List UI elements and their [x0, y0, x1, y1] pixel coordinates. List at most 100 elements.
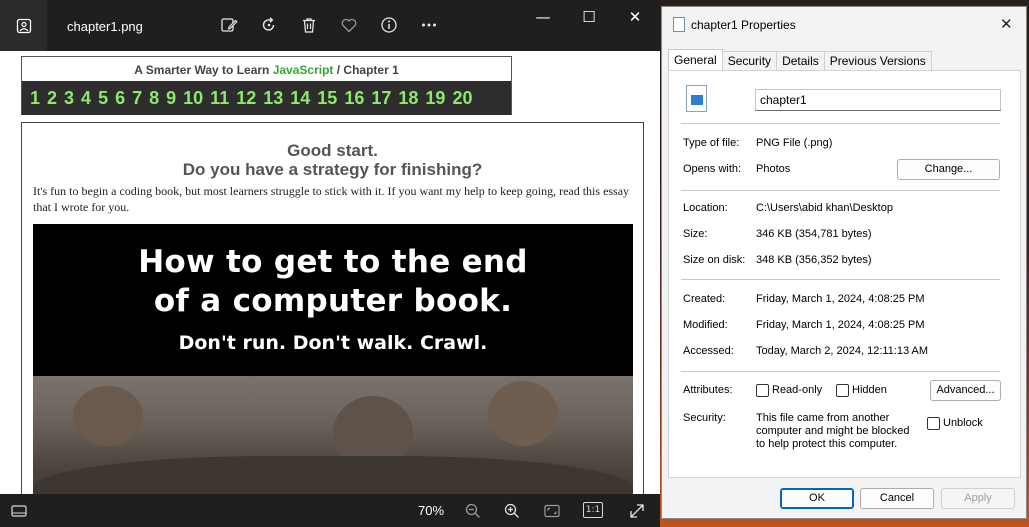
ok-button[interactable]: OK	[780, 488, 854, 509]
essay-text: It's fun to begin a coding book, but mos…	[33, 184, 630, 214]
essay-poster: How to get to the end of a computer book…	[33, 224, 633, 494]
chapter-link: 8	[149, 87, 160, 108]
book-header-chapter: / Chapter 1	[333, 63, 399, 77]
chapter-link: 15	[317, 87, 338, 108]
opens-with-value: Photos	[756, 163, 791, 175]
accessed-value: Today, March 2, 2024, 12:11:13 AM	[756, 345, 929, 357]
hidden-label: Hidden	[852, 384, 887, 396]
tab-general[interactable]: General	[668, 49, 723, 71]
size-label: Size:	[683, 228, 708, 240]
favorite-icon[interactable]	[337, 13, 361, 37]
cancel-button[interactable]: Cancel	[860, 488, 934, 509]
delete-icon[interactable]	[297, 13, 321, 37]
filmstrip-icon[interactable]	[10, 502, 28, 520]
opens-with-label: Opens with:	[683, 163, 742, 175]
accessed-label: Accessed:	[683, 345, 734, 357]
size-value: 346 KB (354,781 bytes)	[756, 228, 872, 240]
advanced-button[interactable]: Advanced...	[930, 380, 1001, 401]
change-button[interactable]: Change...	[897, 159, 1000, 180]
book-header: A Smarter Way to Learn JavaScript / Chap…	[21, 56, 512, 115]
chapter-link: 10	[183, 87, 204, 108]
location-value: C:\Users\abid khan\Desktop	[756, 202, 893, 214]
book-header-title: A Smarter Way to Learn JavaScript / Chap…	[22, 63, 511, 77]
chapter-link: 18	[398, 87, 419, 108]
poster-tagline: Don't run. Don't walk. Crawl.	[178, 332, 488, 354]
edit-image-icon[interactable]	[217, 13, 241, 37]
essay-box: Good start. Do you have a strategy for f…	[21, 122, 644, 494]
book-header-language: JavaScript	[272, 63, 334, 77]
poster-headline-2: of a computer book.	[153, 283, 513, 319]
more-icon[interactable]	[417, 13, 441, 37]
chapter-number-strip: 1 2 3 4 5 6 7 8 9 10 11 12 13 14 15 16 17 18 19 20	[22, 81, 511, 115]
attributes-label: Attributes:	[683, 384, 733, 396]
photo-person-left	[73, 386, 143, 446]
photo-mud-ground	[33, 456, 633, 494]
readonly-label: Read-only	[772, 384, 823, 396]
fit-icon[interactable]	[543, 502, 561, 520]
chapter-link: 7	[132, 87, 143, 108]
chapter-link: 3	[64, 87, 75, 108]
separator	[681, 123, 1000, 124]
rotate-icon[interactable]	[257, 13, 281, 37]
readonly-checkbox[interactable]	[756, 384, 769, 397]
zoom-level: 70%	[418, 503, 445, 518]
chapter-link: 13	[263, 87, 284, 108]
chapter-link: 16	[344, 87, 365, 108]
viewer-titlebar: chapter1.png — ☐ ✕	[0, 0, 660, 51]
essay-subtitle: Do you have a strategy for finishing?	[182, 160, 483, 179]
chapter-link: 17	[371, 87, 392, 108]
type-value: PNG File (.png)	[756, 137, 833, 149]
dialog-title: chapter1 Properties	[691, 18, 796, 32]
chapter-link: 9	[166, 87, 177, 108]
unblock-label: Unblock	[943, 417, 983, 429]
created-value: Friday, March 1, 2024, 4:08:25 PM	[756, 293, 925, 305]
zoom-in-icon[interactable]	[503, 502, 521, 520]
chapter-link: 12	[236, 87, 257, 108]
info-icon[interactable]	[377, 13, 401, 37]
chapter-link: 11	[210, 87, 230, 108]
png-file-icon	[686, 85, 707, 112]
modified-value: Friday, March 1, 2024, 4:08:25 PM	[756, 319, 925, 331]
chapter-link: 20	[452, 87, 473, 108]
general-tab-panel: chapter1 Type of file: PNG File (.png) O…	[668, 70, 1021, 478]
tab-previous-versions[interactable]: Previous Versions	[823, 51, 932, 71]
dialog-close-button[interactable]: ✕	[1000, 15, 1013, 33]
photos-app-icon[interactable]	[0, 0, 47, 51]
modified-label: Modified:	[683, 319, 728, 331]
book-header-prefix: A Smarter Way to Learn	[134, 63, 273, 77]
properties-dialog: chapter1 Properties ✕ General Security D…	[661, 6, 1027, 519]
dialog-tabs: General Security Details Previous Versio…	[668, 49, 932, 71]
close-button[interactable]: ✕	[625, 8, 645, 28]
security-text: This file came from another computer and…	[756, 412, 910, 450]
essay-title: Good start.	[287, 141, 378, 160]
chapter-link: 6	[115, 87, 126, 108]
separator	[681, 190, 1000, 191]
security-label: Security:	[683, 412, 726, 424]
location-label: Location:	[683, 202, 728, 214]
chapter-link: 14	[290, 87, 311, 108]
tab-security[interactable]: Security	[721, 51, 778, 71]
file-icon	[673, 17, 685, 32]
file-name-field[interactable]: chapter1	[755, 89, 1001, 111]
tab-details[interactable]: Details	[776, 51, 825, 71]
maximize-button[interactable]: ☐	[579, 8, 599, 28]
apply-button[interactable]: Apply	[941, 488, 1015, 509]
image-canvas[interactable]: A Smarter Way to Learn JavaScript / Chap…	[0, 51, 660, 494]
unblock-checkbox[interactable]	[927, 417, 940, 430]
actual-size-icon[interactable]: 1:1	[583, 502, 603, 518]
size-on-disk-label: Size on disk:	[683, 254, 746, 266]
image-filename: chapter1.png	[67, 19, 143, 34]
chapter-link: 19	[425, 87, 446, 108]
photos-viewer-window: chapter1.png — ☐ ✕ A Smarter Way to Lear…	[0, 0, 660, 527]
fullscreen-icon[interactable]	[628, 502, 646, 520]
chapter-link: 5	[98, 87, 109, 108]
poster-headline-1: How to get to the end	[138, 244, 528, 280]
separator	[681, 279, 1000, 280]
zoom-out-icon[interactable]	[464, 502, 482, 520]
chapter-link: 2	[47, 87, 58, 108]
chapter-link: 1	[30, 87, 41, 108]
minimize-button[interactable]: —	[533, 8, 553, 28]
created-label: Created:	[683, 293, 726, 305]
size-on-disk-value: 348 KB (356,352 bytes)	[756, 254, 872, 266]
hidden-checkbox[interactable]	[836, 384, 849, 397]
